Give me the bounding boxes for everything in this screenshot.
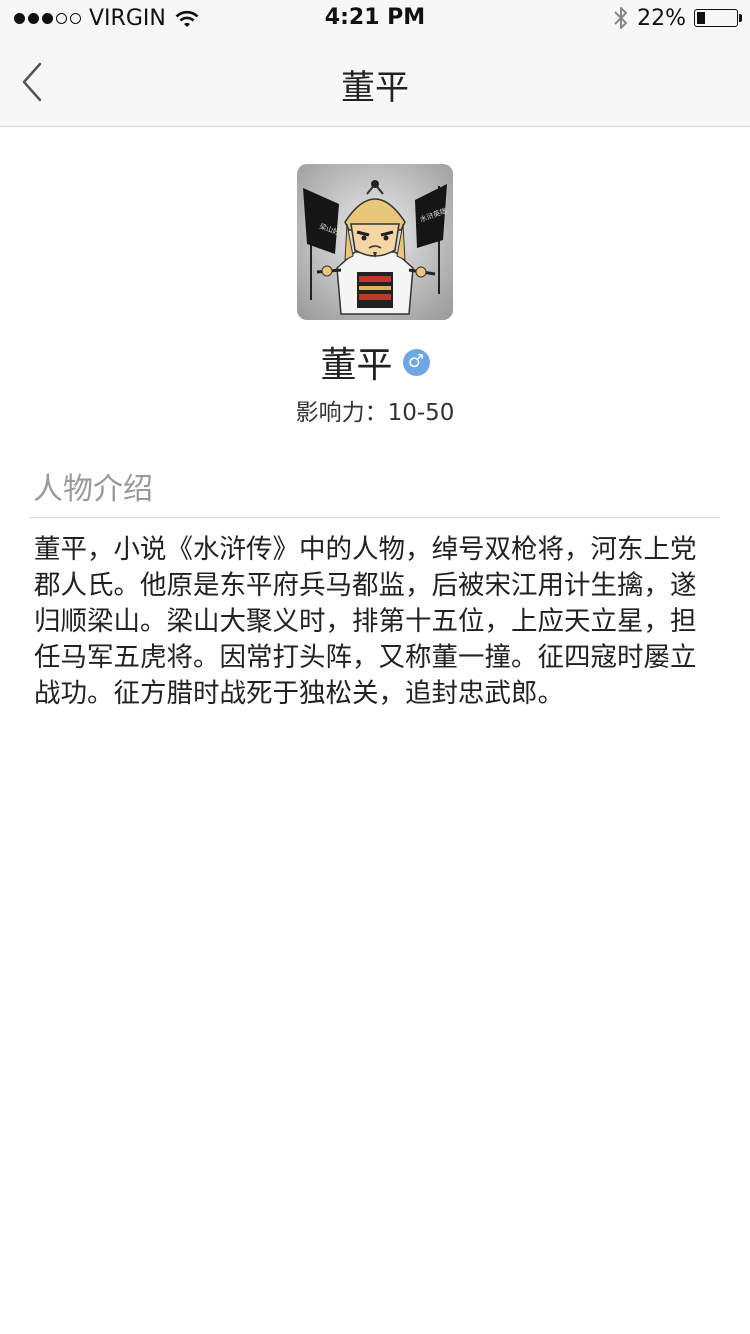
- influence-value: 影响力：10-50: [295, 400, 455, 426]
- character-intro-text: 董平，小说《水浒传》中的人物，绰号双枪将，河东上党郡人氏。他原是东平府兵马都监，…: [34, 534, 697, 709]
- battery-level: [697, 12, 706, 24]
- status-bar: VIRGIN 4:21 PM 22%: [0, 0, 750, 38]
- character-avatar: 梁山好汉 水浒英雄: [297, 164, 453, 320]
- section-title-intro: 人物介绍: [33, 472, 153, 507]
- navigation-bar: 董平: [0, 38, 750, 127]
- section-divider: [30, 517, 720, 518]
- battery-icon: [694, 9, 742, 27]
- status-right: 22%: [613, 5, 742, 31]
- name-row: 董平 ♂: [0, 336, 750, 388]
- male-gender-icon: ♂: [402, 348, 430, 376]
- page-title: 董平: [341, 68, 409, 108]
- character-name: 董平: [320, 345, 393, 386]
- battery-percent: 22%: [637, 5, 686, 31]
- bluetooth-icon: [614, 7, 628, 29]
- warrior-portrait-icon: 梁山好汉 水浒英雄: [297, 164, 453, 320]
